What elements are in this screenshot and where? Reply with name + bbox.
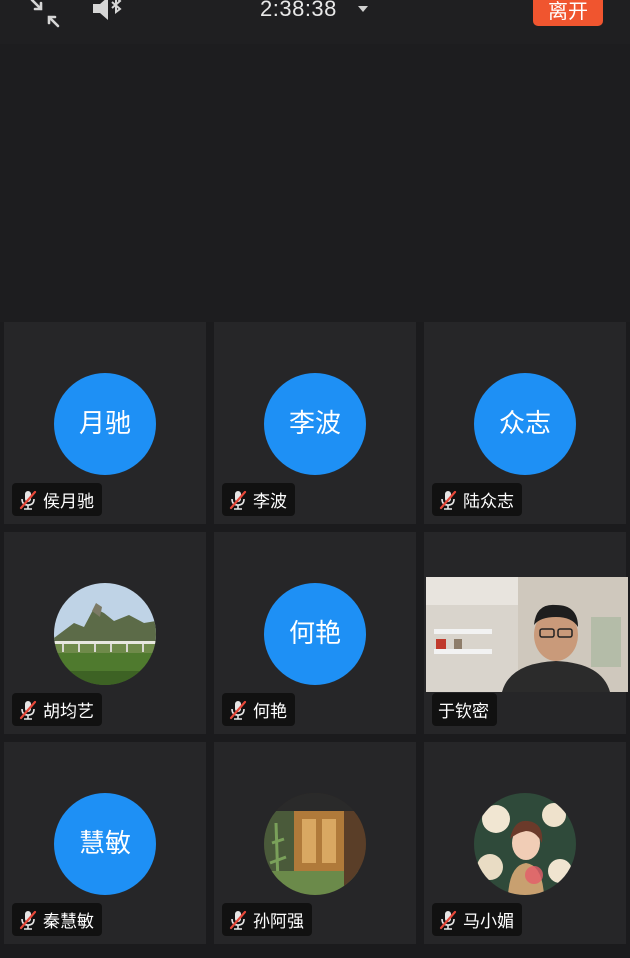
- participant-name: 胡均艺: [43, 702, 94, 722]
- participant-tile[interactable]: 孙阿强: [214, 742, 416, 944]
- participant-name: 何艳: [253, 702, 287, 722]
- participant-tile[interactable]: 慧敏 秦慧敏: [4, 742, 206, 944]
- participant-name: 孙阿强: [253, 912, 304, 932]
- name-tag: 胡均艺: [12, 693, 102, 726]
- mic-muted-icon: [19, 700, 37, 720]
- avatar: 众志: [474, 373, 576, 475]
- meeting-timer[interactable]: 2:38:38: [260, 0, 337, 24]
- name-tag: 何艳: [222, 693, 295, 726]
- participant-video: [426, 577, 628, 692]
- mic-muted-icon: [439, 490, 457, 510]
- chevron-down-icon[interactable]: [358, 6, 368, 12]
- avatar-photo-interior: [264, 793, 366, 895]
- name-tag: 孙阿强: [222, 903, 312, 936]
- participant-name: 陆众志: [463, 492, 514, 512]
- name-tag: 马小媚: [432, 903, 522, 936]
- mic-muted-icon: [229, 490, 247, 510]
- avatar: 李波: [264, 373, 366, 475]
- top-bar: 2:38:38 离开: [0, 0, 630, 44]
- participant-tile[interactable]: 何艳 何艳: [214, 532, 416, 734]
- participant-name: 侯月驰: [43, 492, 94, 512]
- participant-tile[interactable]: 众志 陆众志: [424, 322, 626, 524]
- name-tag: 陆众志: [432, 483, 522, 516]
- name-tag: 秦慧敏: [12, 903, 102, 936]
- avatar-photo-flowers: [474, 793, 576, 895]
- main-stage: [0, 44, 630, 322]
- mic-muted-icon: [439, 910, 457, 930]
- participant-tile[interactable]: 于钦密: [424, 532, 628, 734]
- participant-tile[interactable]: 李波 李波: [214, 322, 416, 524]
- participant-tile[interactable]: 月驰 侯月驰: [4, 322, 206, 524]
- participant-tile[interactable]: 马小媚: [424, 742, 626, 944]
- leave-button[interactable]: 离开: [533, 0, 603, 26]
- avatar: 月驰: [54, 373, 156, 475]
- avatar: 何艳: [264, 583, 366, 685]
- mic-muted-icon: [19, 910, 37, 930]
- avatar: 慧敏: [54, 793, 156, 895]
- participant-name: 于钦密: [438, 702, 489, 722]
- participant-name: 秦慧敏: [43, 912, 94, 932]
- participant-name: 李波: [253, 492, 287, 512]
- speaker-bluetooth-icon[interactable]: [90, 0, 124, 30]
- participant-name: 马小媚: [463, 912, 514, 932]
- name-tag: 侯月驰: [12, 483, 102, 516]
- name-tag: 于钦密: [432, 693, 497, 726]
- mic-muted-icon: [229, 910, 247, 930]
- mic-muted-icon: [229, 700, 247, 720]
- shrink-arrows-icon[interactable]: [28, 0, 62, 30]
- name-tag: 李波: [222, 483, 295, 516]
- avatar-photo-mountain: [54, 583, 156, 685]
- mic-muted-icon: [19, 490, 37, 510]
- participant-tile[interactable]: 胡均艺: [4, 532, 206, 734]
